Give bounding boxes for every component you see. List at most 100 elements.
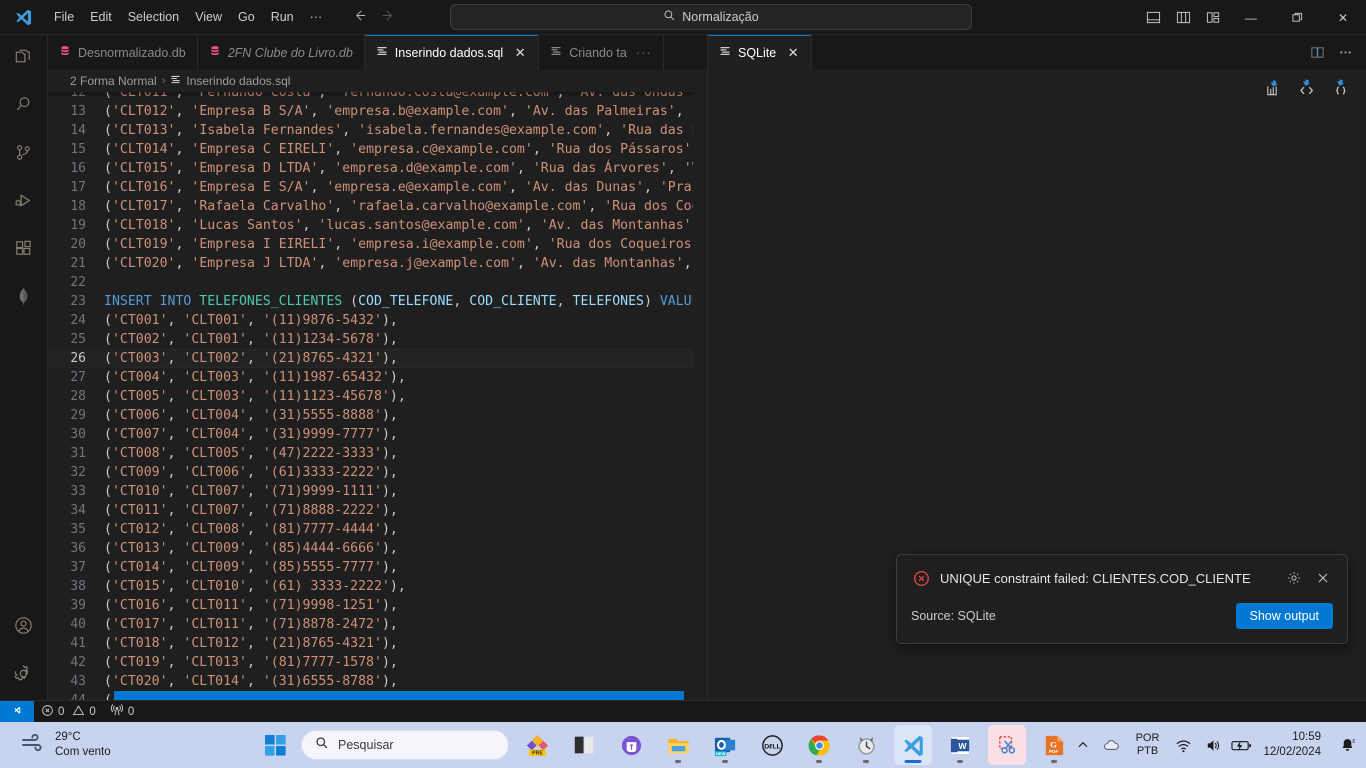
window-maximize-button[interactable]	[1274, 0, 1320, 35]
sidebar-item-extensions[interactable]	[0, 227, 48, 275]
sidebar-item-source-control[interactable]	[0, 131, 48, 179]
command-center[interactable]: Normalização	[450, 4, 972, 30]
more-actions-icon[interactable]	[1332, 40, 1358, 66]
windows-start-icon[interactable]	[258, 725, 292, 765]
code-line[interactable]: 13 ('CLT012', 'Empresa B S/A', 'empresa.b…	[48, 102, 707, 121]
code-line[interactable]: 36 ('CT013', 'CLT009', '(85)4444-6666'),	[48, 539, 707, 558]
breadcrumb-file[interactable]: Inserindo dados.sql	[186, 74, 290, 88]
code-line[interactable]: 23 INSERT INTO TELEFONES_CLIENTES (COD_TE…	[48, 292, 707, 311]
code-line[interactable]: 21 ('CLT020', 'Empresa J LTDA', 'empresa.…	[48, 254, 707, 273]
taskbar-copilot[interactable]: PRE	[518, 725, 556, 765]
tab-criando-tabelas-sql[interactable]: Criando ta ···	[539, 35, 664, 70]
breadcrumb-folder[interactable]: 2 Forma Normal	[70, 74, 157, 88]
taskbar-dell[interactable]: DℓLL	[753, 725, 791, 765]
customize-layout-icon[interactable]	[1198, 0, 1228, 35]
status-problems[interactable]: 0 0	[34, 701, 103, 723]
taskbar-teams[interactable]	[612, 725, 650, 765]
code-line[interactable]: 31 ('CT008', 'CLT005', '(47)2222-3333'),	[48, 444, 707, 463]
sidebar-item-run-and-debug[interactable]	[0, 179, 48, 227]
close-icon[interactable]	[1313, 568, 1333, 588]
taskbar-vscode[interactable]	[894, 725, 932, 765]
taskbar-word[interactable]: W	[941, 725, 979, 765]
sidebar-item-search[interactable]	[0, 83, 48, 131]
code-line[interactable]: 24 ('CT001', 'CLT001', '(11)9876-5432'),	[48, 311, 707, 330]
arrow-right-icon[interactable]	[381, 8, 396, 26]
cloud-icon[interactable]	[1099, 725, 1125, 765]
horizontal-scrollbar[interactable]	[114, 691, 684, 700]
code-line[interactable]: 19 ('CLT018', 'Lucas Santos', 'lucas.sant…	[48, 216, 707, 235]
code-line[interactable]: 41 ('CT018', 'CLT012', '(21)8765-4321'),	[48, 634, 707, 653]
minimap[interactable]	[693, 92, 707, 700]
code-line[interactable]: 14 ('CLT013', 'Isabela Fernandes', 'isabe…	[48, 121, 707, 140]
code-line[interactable]: 38 ('CT015', 'CLT010', '(61) 3333-2222'),	[48, 577, 707, 596]
gear-icon[interactable]	[1284, 568, 1304, 588]
code-line[interactable]: 32 ('CT009', 'CLT006', '(61)3333-2222'),	[48, 463, 707, 482]
taskbar-alarm-clock[interactable]	[847, 725, 885, 765]
sidebar-item-explorer[interactable]	[0, 35, 48, 83]
notifications-dnd-icon[interactable]: z	[1334, 725, 1360, 765]
tab-2fn-clube-do-livro-db[interactable]: 2FN Clube do Livro.db	[197, 35, 365, 70]
toggle-secondary-sidebar-icon[interactable]	[1168, 0, 1198, 35]
code-line[interactable]: 18 ('CLT017', 'Rafaela Carvalho', 'rafael…	[48, 197, 707, 216]
code-editor[interactable]: 12('CLT011', 'Fernando Costa', 'fernando…	[48, 92, 707, 700]
taskbar-file-explorer[interactable]	[659, 725, 697, 765]
code-line[interactable]: 42 ('CT019', 'CLT013', '(81)7777-1578'),	[48, 653, 707, 672]
code-line[interactable]: 26 ('CT003', 'CLT002', '(21)8765-4321'),	[48, 349, 707, 368]
battery-charging-icon[interactable]	[1228, 725, 1254, 765]
code-line[interactable]: 28 ('CT005', 'CLT003', '(11)1123-45678'),	[48, 387, 707, 406]
remote-window-icon[interactable]	[0, 700, 34, 723]
volume-icon[interactable]	[1199, 725, 1225, 765]
taskbar-chrome[interactable]	[800, 725, 838, 765]
show-output-button[interactable]: Show output	[1235, 603, 1333, 629]
code-line[interactable]: 35 ('CT012', 'CLT008', '(81)7777-4444'),	[48, 520, 707, 539]
menu-view[interactable]: View	[187, 7, 230, 27]
code-line[interactable]: 37 ('CT014', 'CLT009', '(85)5555-7777'),	[48, 558, 707, 577]
code-line[interactable]: 20 ('CLT019', 'Empresa I EIRELI', 'empres…	[48, 235, 707, 254]
code-line[interactable]: 17 ('CLT016', 'Empresa E S/A', 'empresa.e…	[48, 178, 707, 197]
menu-more[interactable]: ···	[302, 7, 331, 27]
tab-close-button[interactable]: ✕	[513, 46, 527, 59]
weather-widget[interactable]: 29°C Com vento	[0, 730, 260, 760]
clock[interactable]: 10:59 12/02/2024	[1257, 730, 1331, 760]
code-line[interactable]: 25 ('CT002', 'CLT001', '(11)1234-5678'),	[48, 330, 707, 349]
sidebar-item-mongodb[interactable]	[0, 275, 48, 323]
search-input[interactable]: Pesquisar	[301, 730, 509, 760]
tab-more-button[interactable]: ···	[636, 45, 652, 60]
arrow-left-icon[interactable]	[352, 8, 367, 26]
tab-inserindo-dados-sql[interactable]: Inserindo dados.sql ✕	[364, 35, 540, 70]
tab-close-button[interactable]: ✕	[786, 46, 800, 59]
taskbar-pdf-tool[interactable]: G PDF	[1035, 725, 1073, 765]
wifi-icon[interactable]	[1170, 725, 1196, 765]
export-to-csv-icon[interactable]	[1296, 78, 1316, 98]
code-line[interactable]: 43 ('CT020', 'CLT014', '(31)6555-8788'),	[48, 672, 707, 691]
tab-desnormalizado-db[interactable]: Desnormalizado.db	[48, 35, 198, 70]
split-editor-icon[interactable]	[1304, 40, 1330, 66]
status-ports[interactable]: 0	[103, 701, 141, 723]
code-line[interactable]: 22	[48, 273, 707, 292]
code-line[interactable]: 27 ('CT004', 'CLT003', '(11)1987-65432'),	[48, 368, 707, 387]
export-to-json-icon[interactable]	[1330, 78, 1350, 98]
export-to-table-icon[interactable]	[1262, 78, 1282, 98]
menu-file[interactable]: File	[46, 7, 82, 27]
menu-run[interactable]: Run	[263, 7, 302, 27]
menu-edit[interactable]: Edit	[82, 7, 120, 27]
code-line[interactable]: 16 ('CLT015', 'Empresa D LTDA', 'empresa.…	[48, 159, 707, 178]
window-close-button[interactable]: ✕	[1320, 0, 1366, 35]
language-indicator[interactable]: POR PTB	[1128, 732, 1168, 758]
code-line[interactable]: 29 ('CT006', 'CLT004', '(31)5555-8888'),	[48, 406, 707, 425]
code-line[interactable]: 30 ('CT007', 'CLT004', '(31)9999-7777'),	[48, 425, 707, 444]
code-line[interactable]: 15 ('CLT014', 'Empresa C EIRELI', 'empres…	[48, 140, 707, 159]
sidebar-item-accounts[interactable]	[0, 604, 48, 652]
taskbar-outlook[interactable]: NEW	[706, 725, 744, 765]
code-line[interactable]: 34 ('CT011', 'CLT007', '(71)8888-2222'),	[48, 501, 707, 520]
code-line[interactable]: 40 ('CT017', 'CLT011', '(71)8878-2472'),	[48, 615, 707, 634]
menu-go[interactable]: Go	[230, 7, 263, 27]
taskbar-snipping-tool[interactable]	[988, 725, 1026, 765]
code-line[interactable]: 33 ('CT010', 'CLT007', '(71)9999-1111'),	[48, 482, 707, 501]
toggle-panel-icon[interactable]	[1138, 0, 1168, 35]
taskbar-widgets[interactable]	[565, 725, 603, 765]
sidebar-item-settings[interactable]	[0, 652, 48, 700]
chevron-up-icon[interactable]	[1070, 725, 1096, 765]
code-line[interactable]: 39 ('CT016', 'CLT011', '(71)9998-1251'),	[48, 596, 707, 615]
menu-selection[interactable]: Selection	[120, 7, 187, 27]
